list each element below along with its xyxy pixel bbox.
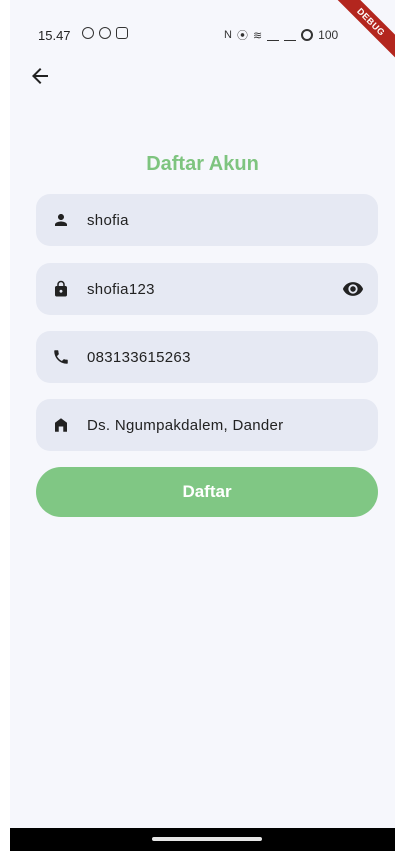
username-field[interactable]: [36, 194, 378, 246]
signal-icon: [267, 30, 280, 41]
debug-banner: DEBUG: [329, 0, 395, 64]
arrow-back-icon: [32, 68, 48, 84]
whatsapp-icon: [82, 27, 94, 39]
address-input[interactable]: [85, 415, 329, 435]
home-icon: [52, 416, 70, 434]
eye-icon: [342, 282, 364, 296]
phone-icon: [52, 348, 70, 366]
app-screen: 15.47 N ⦿ ≋ 100 DEBUG Daftar Akun shofia…: [10, 0, 395, 851]
wifi-icon: ≋: [252, 29, 263, 42]
instagram-icon: [116, 27, 128, 39]
phone-field[interactable]: [36, 331, 378, 383]
home-indicator[interactable]: [152, 837, 262, 841]
battery-level: 100: [318, 28, 339, 42]
page-title: Daftar Akun: [146, 153, 259, 175]
address-field[interactable]: [36, 399, 378, 451]
phone-input[interactable]: [85, 347, 329, 367]
status-bar: 15.47 N ⦿ ≋ 100 DEBUG: [10, 0, 395, 64]
system-nav-bar: [10, 828, 395, 851]
back-button[interactable]: [28, 64, 52, 88]
lock-icon: [52, 280, 70, 298]
password-field[interactable]: [36, 263, 378, 315]
person-icon: [52, 211, 70, 229]
nfc-icon: N: [224, 29, 232, 41]
status-time: 15.47: [38, 28, 71, 43]
register-button[interactable]: Daftar: [36, 467, 378, 517]
username-input[interactable]: [85, 210, 329, 230]
battery-icon: [301, 29, 314, 41]
signal-icon: [284, 30, 297, 41]
sync-icon: [99, 27, 111, 39]
vibrate-icon: ⦿: [236, 30, 248, 42]
toggle-password-visibility-button[interactable]: [342, 278, 364, 300]
status-notification-icons: [82, 27, 128, 39]
status-system-icons: N ⦿ ≋ 100: [224, 27, 338, 43]
password-input[interactable]: [85, 279, 329, 299]
